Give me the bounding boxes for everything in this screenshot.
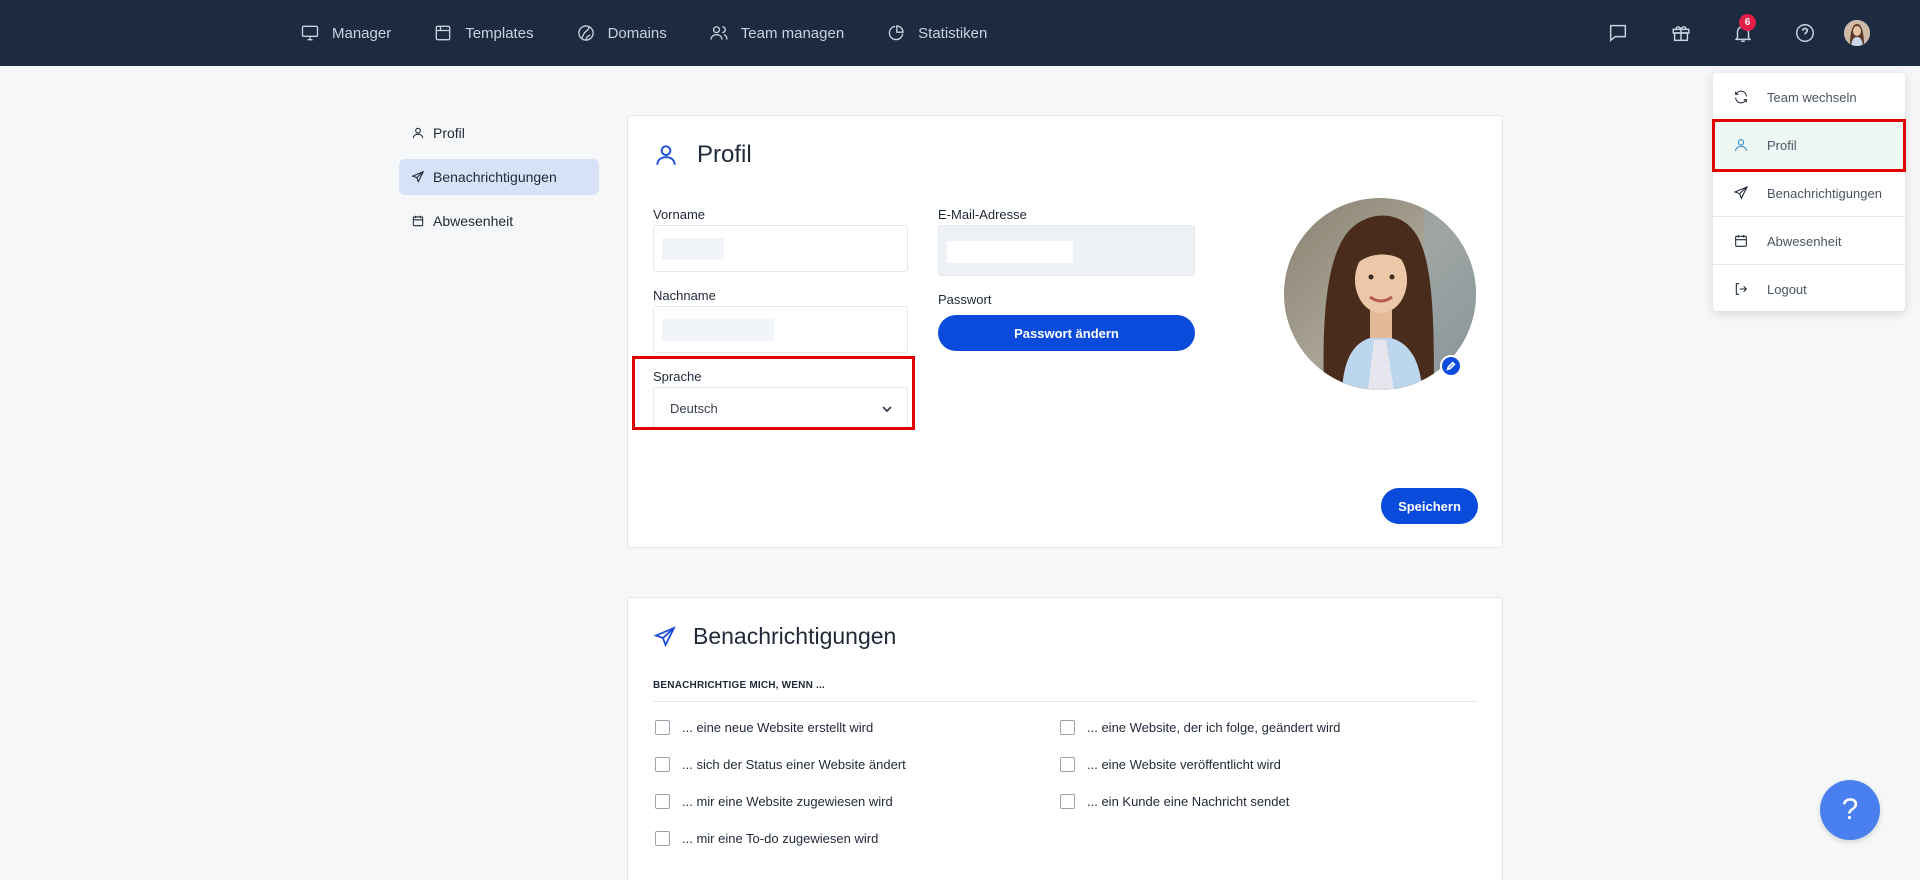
option-label: ... eine Website, der ich folge, geänder… — [1087, 720, 1341, 735]
notif-option-new-website[interactable]: ... eine neue Website erstellt wird — [655, 720, 873, 735]
profile-title: Profil — [697, 141, 752, 168]
subnav-label: Profil — [433, 125, 465, 141]
email-field — [938, 225, 1195, 276]
checkbox[interactable] — [1060, 794, 1075, 809]
nav-label: Templates — [465, 24, 534, 42]
divider — [653, 701, 1478, 702]
pencil-icon — [1446, 361, 1456, 371]
user-dropdown-menu: Team wechseln Profil Benachrichtigungen … — [1713, 73, 1905, 311]
checkbox[interactable] — [1060, 720, 1075, 735]
profile-card-title: Profil — [653, 141, 752, 169]
language-value: Deutsch — [670, 401, 718, 416]
menu-label: Logout — [1767, 281, 1807, 297]
nav-item-statistiken[interactable]: Statistiken — [886, 23, 987, 43]
main-nav: Manager Templates Domains Team managen S… — [300, 0, 1029, 66]
chevron-down-icon — [881, 403, 893, 415]
language-select[interactable]: Deutsch — [653, 387, 908, 430]
help-circle-icon[interactable] — [1794, 22, 1816, 44]
send-icon — [1733, 185, 1749, 200]
users-icon — [710, 26, 728, 40]
redacted-value — [662, 238, 724, 260]
option-label: ... sich der Status einer Website ändert — [682, 757, 906, 772]
notif-option-followed-website-changed[interactable]: ... eine Website, der ich folge, geänder… — [1060, 720, 1340, 735]
option-label: ... mir eine To-do zugewiesen wird — [682, 831, 879, 846]
chat-icon[interactable] — [1607, 22, 1629, 44]
nav-item-manager[interactable]: Manager — [300, 23, 391, 43]
notifications-subtitle: BENACHRICHTIGE MICH, WENN ... — [653, 680, 825, 691]
subnav-item-abwesenheit[interactable]: Abwesenheit — [399, 203, 599, 239]
top-navigation-bar: Manager Templates Domains Team managen S… — [0, 0, 1920, 66]
globe-icon — [577, 25, 594, 41]
subnav-label: Benachrichtigungen — [433, 169, 557, 185]
notifications-title: Benachrichtigungen — [693, 623, 897, 649]
browser-window-icon — [435, 25, 451, 41]
option-label: ... ein Kunde eine Nachricht sendet — [1087, 794, 1290, 809]
notif-option-website-assigned[interactable]: ... mir eine Website zugewiesen wird — [655, 794, 893, 809]
nav-item-team-managen[interactable]: Team managen — [709, 23, 844, 43]
first-name-label: Vorname — [653, 207, 706, 222]
last-name-label: Nachname — [653, 288, 716, 303]
menu-item-benachrichtigungen[interactable]: Benachrichtigungen — [1713, 169, 1905, 217]
gift-icon[interactable] — [1670, 22, 1692, 44]
calendar-icon — [1735, 235, 1747, 247]
user-icon — [1735, 139, 1747, 152]
send-icon — [411, 170, 425, 184]
settings-subnav: Profil Benachrichtigungen Abwesenheit — [399, 115, 599, 247]
email-label: E-Mail-Adresse — [938, 207, 1027, 222]
user-icon — [412, 127, 424, 139]
menu-label: Abwesenheit — [1767, 233, 1842, 249]
notifications-card: Benachrichtigungen BENACHRICHTIGE MICH, … — [627, 597, 1503, 880]
send-icon — [653, 625, 676, 647]
checkbox[interactable] — [655, 720, 670, 735]
subnav-item-profil[interactable]: Profil — [399, 115, 599, 151]
menu-label: Team wechseln — [1767, 89, 1857, 105]
notification-count-badge: 6 — [1739, 14, 1756, 31]
option-label: ... eine Website veröffentlicht wird — [1087, 757, 1281, 772]
user-icon — [656, 145, 676, 165]
save-button[interactable]: Speichern — [1381, 488, 1478, 524]
notif-option-website-published[interactable]: ... eine Website veröffentlicht wird — [1060, 757, 1281, 772]
nav-label: Domains — [607, 24, 667, 42]
checkbox[interactable] — [655, 831, 670, 846]
menu-item-logout[interactable]: Logout — [1713, 265, 1905, 313]
change-password-button[interactable]: Passwort ändern — [938, 315, 1195, 351]
logout-icon — [1735, 283, 1748, 295]
notif-option-status-changed[interactable]: ... sich der Status einer Website ändert — [655, 757, 906, 772]
menu-item-profil[interactable]: Profil — [1713, 121, 1905, 169]
menu-label: Profil — [1767, 137, 1797, 153]
pie-chart-icon — [888, 25, 904, 41]
nav-label: Team managen — [740, 24, 845, 42]
checkbox[interactable] — [655, 757, 670, 772]
redacted-value — [947, 241, 1073, 263]
checkbox[interactable] — [655, 794, 670, 809]
nav-item-domains[interactable]: Domains — [576, 23, 667, 43]
notifications-card-title: Benachrichtigungen — [653, 623, 896, 650]
subnav-item-benachrichtigungen[interactable]: Benachrichtigungen — [399, 159, 599, 195]
calendar-icon — [412, 215, 424, 227]
option-label: ... mir eine Website zugewiesen wird — [682, 794, 893, 809]
menu-label: Benachrichtigungen — [1767, 185, 1882, 201]
first-name-field[interactable] — [653, 225, 908, 272]
subnav-label: Abwesenheit — [433, 213, 514, 229]
menu-item-abwesenheit[interactable]: Abwesenheit — [1713, 217, 1905, 265]
redacted-value — [662, 319, 774, 341]
menu-item-team-wechseln[interactable]: Team wechseln — [1713, 73, 1905, 121]
notif-option-customer-message[interactable]: ... ein Kunde eine Nachricht sendet — [1060, 794, 1289, 809]
last-name-field[interactable] — [653, 306, 908, 353]
edit-photo-button[interactable] — [1440, 355, 1462, 377]
nav-item-templates[interactable]: Templates — [433, 23, 534, 43]
monitor-icon — [301, 25, 319, 41]
help-button[interactable]: ? — [1820, 780, 1880, 840]
nav-label: Statistiken — [918, 24, 988, 42]
password-label: Passwort — [938, 292, 992, 307]
nav-label: Manager — [332, 24, 392, 42]
notif-option-todo-assigned[interactable]: ... mir eine To-do zugewiesen wird — [655, 831, 878, 846]
profile-card: Profil Vorname Nachname Sprache Deutsch … — [627, 115, 1503, 548]
option-label: ... eine neue Website erstellt wird — [682, 720, 874, 735]
checkbox[interactable] — [1060, 757, 1075, 772]
user-avatar[interactable] — [1844, 20, 1870, 46]
language-label: Sprache — [653, 369, 702, 384]
refresh-icon — [1735, 90, 1747, 104]
